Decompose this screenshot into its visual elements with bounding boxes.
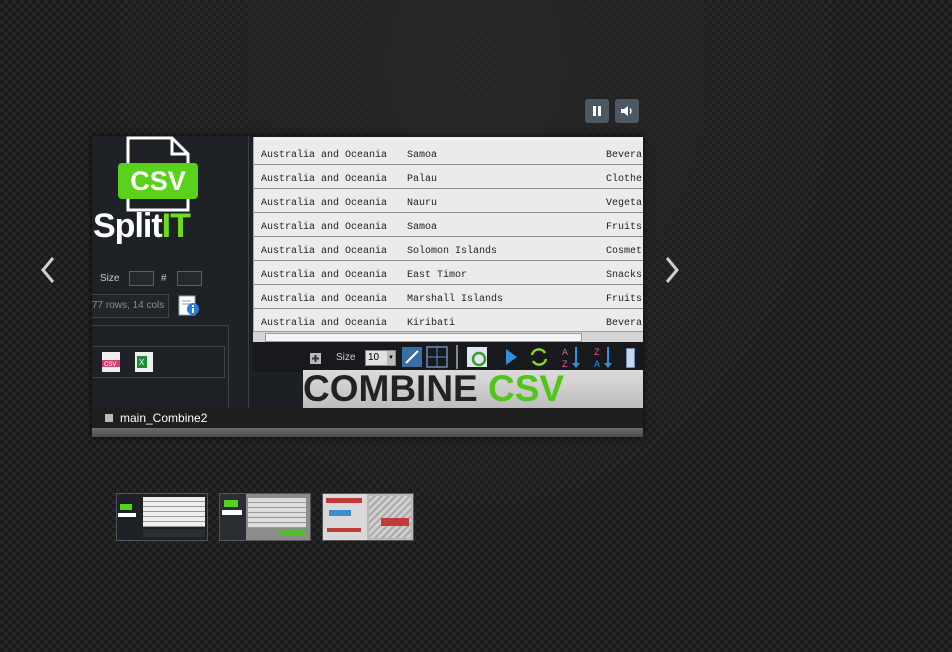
thumbnail-3[interactable] — [322, 493, 414, 541]
info-icon[interactable] — [178, 294, 200, 316]
toolbar-size-label: Size — [336, 352, 356, 363]
add-icon[interactable] — [310, 353, 321, 364]
sync-icon[interactable] — [529, 347, 549, 367]
svg-text:A: A — [594, 359, 600, 369]
left-panel: CSV SplitIT Size # 77 rows, 14 cols CSV … — [92, 136, 249, 408]
table-row[interactable]: Australia and Oceania East Timor Snacks — [254, 261, 643, 285]
table-row[interactable]: Australia and Oceania Kiribati Bevera — [254, 309, 643, 332]
slide-bottom-strip — [92, 428, 643, 437]
size-label: Size — [100, 273, 120, 284]
size-input[interactable] — [129, 271, 154, 286]
volume-button[interactable] — [615, 99, 639, 123]
pause-button[interactable] — [585, 99, 609, 123]
column-icon[interactable] — [626, 348, 635, 368]
file-strip: CSV X — [92, 346, 225, 378]
caption-square-icon — [105, 414, 113, 422]
svg-text:Z: Z — [594, 347, 600, 357]
table-row[interactable]: Australia and Oceania Marshall Islands Fru… — [254, 285, 643, 309]
excel-file-icon[interactable]: X — [134, 351, 154, 373]
thumbnail-1[interactable] — [116, 493, 208, 541]
table-cell-country: Kiribati — [407, 318, 456, 329]
next-slide-button[interactable] — [662, 255, 682, 285]
thumbnail-2[interactable] — [219, 493, 311, 541]
table-cell-region: Australia and Oceania — [261, 318, 388, 329]
sort-descending-icon[interactable]: Z A — [593, 345, 615, 369]
table-row[interactable]: Australia and Oceania Nauru Vegeta — [254, 189, 643, 213]
horizontal-scrollbar[interactable] — [253, 331, 643, 342]
size-select[interactable]: 10 ▼ — [365, 350, 396, 366]
chevron-left-icon — [41, 257, 55, 283]
volume-icon — [621, 106, 632, 116]
csv-file-icon[interactable]: CSV — [101, 351, 121, 373]
hash-label: # — [161, 273, 167, 284]
rows-info: 77 rows, 14 cols — [92, 294, 169, 318]
svg-text:CSV: CSV — [104, 362, 116, 368]
chevron-right-icon — [665, 257, 679, 283]
svg-text:X: X — [139, 358, 145, 367]
prev-slide-button[interactable] — [38, 255, 58, 285]
grid-icon[interactable] — [426, 346, 448, 368]
table-row[interactable]: Australia and Oceania Samoa Fruits — [254, 213, 643, 237]
edit-icon[interactable] — [401, 346, 423, 368]
combine-csv-banner: COMBINE CSV — [303, 368, 643, 409]
table-cell-type: Bevera — [606, 318, 643, 329]
pause-icon — [593, 106, 601, 116]
play-icon[interactable] — [504, 348, 518, 366]
splitit-logo: SplitIT — [93, 207, 191, 245]
csv-badge: CSV — [118, 163, 198, 199]
sort-ascending-icon[interactable]: A Z — [561, 345, 583, 369]
refresh-table-icon[interactable] — [466, 346, 488, 368]
slide-caption: main_Combine2 — [92, 408, 643, 428]
data-table: Australia and Oceania Samoa Bevera Australi… — [253, 137, 643, 332]
svg-text:A: A — [562, 347, 568, 357]
slide-image[interactable]: CSV SplitIT Size # 77 rows, 14 cols CSV … — [92, 136, 643, 437]
table-row[interactable]: Australia and Oceania Palau Clothe — [254, 165, 643, 189]
table-row[interactable]: Australia and Oceania Samoa Bevera — [254, 141, 643, 165]
toolbar-separator — [456, 345, 458, 369]
table-row[interactable]: Australia and Oceania Solomon Islands Cosm… — [254, 237, 643, 261]
count-input[interactable] — [177, 271, 202, 286]
